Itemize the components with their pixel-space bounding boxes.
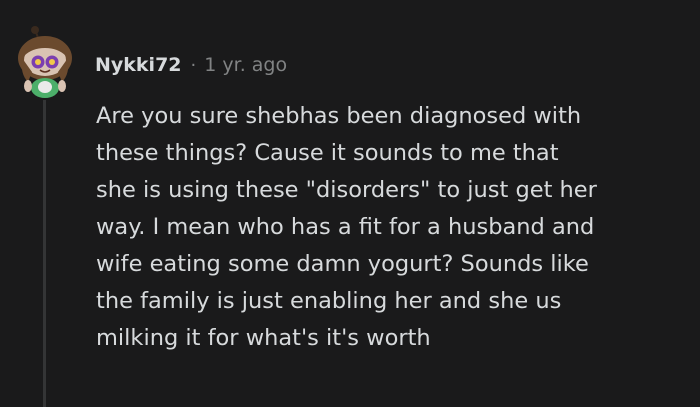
thread-collapse-line[interactable]	[43, 100, 46, 407]
author-username[interactable]: Nykki72	[95, 54, 182, 76]
comment-body-line: she is using these "disorders" to just g…	[96, 177, 597, 203]
comment: Nykki72 · 1 yr. ago Are you sure shebhas…	[0, 0, 700, 407]
comment-meta: Nykki72 · 1 yr. ago	[95, 50, 287, 80]
comment-timestamp[interactable]: 1 yr. ago	[204, 54, 287, 76]
comment-body-line: way. I mean who has a fit for a husband …	[96, 214, 595, 240]
comment-body-line: the family is just enabling her and she …	[96, 288, 562, 314]
comment-body-line: milking it for what's it's worth	[96, 325, 431, 351]
comment-body-line: Are you sure shebhas been diagnosed with	[96, 103, 582, 129]
comment-body: Are you sure shebhas been diagnosed with…	[96, 98, 696, 357]
comment-body-line: wife eating some damn yogurt? Sounds lik…	[96, 251, 589, 277]
snoo-avatar-icon[interactable]	[14, 22, 76, 98]
meta-separator: ·	[190, 54, 197, 76]
comment-body-line: these things? Cause it sounds to me that	[96, 140, 559, 166]
